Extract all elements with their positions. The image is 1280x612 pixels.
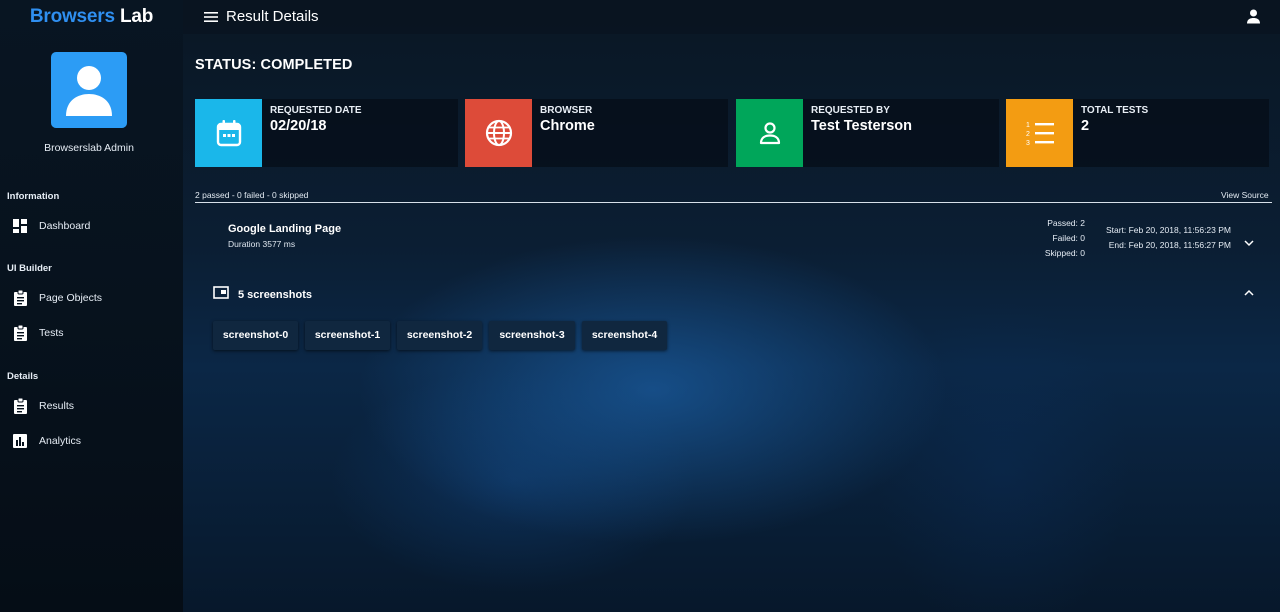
brand-part1: Browsers [29, 6, 115, 27]
divider [195, 202, 1272, 203]
screenshots-toggle[interactable]: 5 screenshots [213, 286, 312, 304]
numbered-list-icon: 1 2 3 [1006, 99, 1073, 167]
card-value: 2 [1081, 118, 1090, 134]
test-duration: Duration 3577 ms [228, 239, 296, 249]
card-label: TOTAL TESTS [1081, 105, 1149, 116]
card-label: BROWSER [540, 105, 593, 116]
clipboard-icon [12, 398, 28, 414]
admin-name: Browserslab Admin [44, 142, 134, 154]
info-card-browser: BROWSER Chrome [465, 99, 728, 167]
nav-section-details: Details [7, 371, 39, 382]
skipped-count: Skipped: 0 [1044, 248, 1085, 258]
sidebar-item-dashboard[interactable]: Dashboard [0, 211, 183, 241]
screenshot-button[interactable]: screenshot-1 [305, 321, 390, 350]
account-icon[interactable] [1246, 9, 1261, 24]
info-card-requested-date: REQUESTED DATE 02/20/18 [195, 99, 458, 167]
results-summary: 2 passed - 0 failed - 0 skipped [195, 190, 309, 200]
clipboard-icon [12, 325, 28, 341]
screenshot-button[interactable]: screenshot-2 [397, 321, 482, 350]
card-value: Test Testerson [811, 118, 912, 134]
nav-section-ui-builder: UI Builder [7, 263, 52, 274]
sidebar-item-label: Results [39, 400, 75, 412]
user-avatar-icon [66, 66, 112, 116]
info-card-total-tests: 1 2 3 TOTAL TESTS 2 [1006, 99, 1269, 167]
sidebar-item-label: Dashboard [39, 220, 91, 232]
bar-chart-icon [12, 433, 28, 449]
sidebar-item-label: Page Objects [39, 292, 103, 304]
card-label: REQUESTED DATE [270, 105, 362, 116]
card-value: 02/20/18 [270, 118, 327, 134]
screenshots-count: 5 screenshots [238, 289, 312, 301]
sidebar-item-results[interactable]: Results [0, 391, 183, 421]
test-times: Start: Feb 20, 2018, 11:56:23 PM End: Fe… [1106, 223, 1231, 253]
main-content [183, 0, 1280, 612]
failed-count: Failed: 0 [1052, 233, 1085, 243]
person-icon [736, 99, 803, 167]
status-heading: STATUS: COMPLETED [195, 57, 353, 73]
menu-icon[interactable] [204, 10, 218, 24]
svg-text:3: 3 [1026, 140, 1030, 146]
screenshot-button[interactable]: screenshot-4 [582, 321, 667, 350]
sidebar-item-analytics[interactable]: Analytics [0, 426, 183, 456]
page-title: Result Details [226, 8, 319, 25]
brand-part2: Lab [119, 6, 154, 27]
screenshot-button[interactable]: screenshot-3 [489, 321, 575, 350]
avatar[interactable] [51, 52, 127, 128]
test-counts: Passed: 2 Failed: 0 Skipped: 0 [1045, 216, 1085, 261]
dashboard-icon [12, 218, 28, 234]
sidebar-item-page-objects[interactable]: Page Objects [0, 283, 183, 313]
info-card-requested-by: REQUESTED BY Test Testerson [736, 99, 999, 167]
view-source-link[interactable]: View Source [1221, 190, 1269, 200]
svg-text:2: 2 [1026, 131, 1030, 138]
chevron-up-icon[interactable] [1243, 285, 1255, 296]
calendar-icon [195, 99, 262, 167]
end-time: End: Feb 20, 2018, 11:56:27 PM [1108, 240, 1231, 250]
chevron-down-icon[interactable] [1243, 235, 1255, 247]
screenshot-icon [213, 286, 229, 304]
globe-icon [465, 99, 532, 167]
screenshot-button[interactable]: screenshot-0 [213, 321, 298, 350]
brand-logo[interactable]: Browsers Lab [0, 0, 183, 34]
sidebar-item-label: Analytics [39, 435, 82, 447]
passed-count: Passed: 2 [1047, 218, 1085, 228]
card-value: Chrome [540, 118, 595, 134]
top-bar [183, 0, 1280, 34]
nav-section-information: Information [7, 191, 60, 202]
sidebar-item-label: Tests [39, 327, 64, 339]
card-label: REQUESTED BY [811, 105, 890, 116]
sidebar-item-tests[interactable]: Tests [0, 318, 183, 348]
clipboard-icon [12, 290, 28, 306]
start-time: Start: Feb 20, 2018, 11:56:23 PM [1105, 225, 1231, 235]
test-title[interactable]: Google Landing Page [228, 223, 341, 235]
svg-text:1: 1 [1026, 122, 1030, 129]
sidebar: Browsers Lab Browserslab Admin Informati… [0, 0, 183, 612]
